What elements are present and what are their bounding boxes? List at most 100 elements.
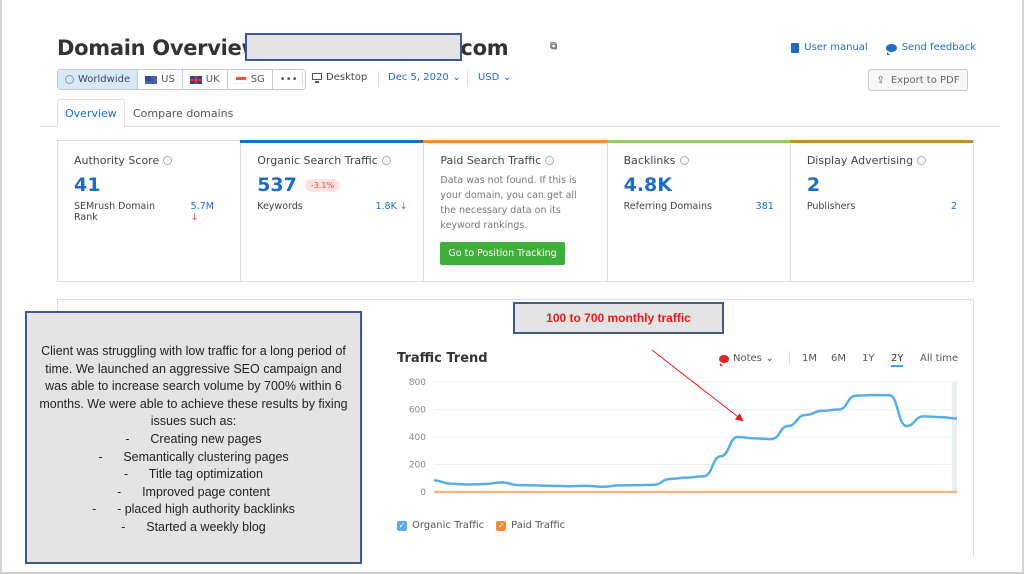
db-worldwide[interactable]: Worldwide bbox=[58, 70, 139, 89]
db-sg[interactable]: SG bbox=[227, 70, 273, 89]
y-tick-label: 0 bbox=[420, 488, 426, 498]
currency-dropdown[interactable]: USD ⌄ bbox=[478, 72, 511, 83]
annotation-item: - Title tag optimization bbox=[124, 467, 263, 482]
db-more[interactable]: ••• bbox=[272, 70, 305, 89]
tab-bar: Overview Compare domains bbox=[40, 99, 1000, 127]
traffic-callout: 100 to 700 monthly traffic bbox=[513, 302, 724, 334]
annotation-item: - Semantically clustering pages bbox=[98, 449, 289, 464]
annotation-item: - Improved page content bbox=[117, 484, 270, 499]
export-pdf-label: Export to PDF bbox=[890, 74, 960, 86]
page-title: Domain Overview: ates.com ⧉ bbox=[57, 36, 557, 60]
legend-organic-traffic[interactable]: ✓ Organic Traffic bbox=[397, 520, 484, 531]
accent-bar bbox=[606, 140, 790, 143]
hover-column bbox=[952, 382, 957, 492]
publishers-value[interactable]: 2 bbox=[951, 201, 957, 212]
globe-icon bbox=[65, 75, 74, 84]
globe-icon bbox=[545, 156, 555, 165]
checkbox-checked-icon[interactable]: ✓ bbox=[397, 520, 407, 531]
user-manual-link[interactable]: User manual bbox=[791, 42, 868, 53]
external-link-icon[interactable]: ⧉ bbox=[550, 41, 557, 52]
y-tick-label: 200 bbox=[409, 461, 426, 471]
book-icon bbox=[791, 42, 800, 53]
db-label: US bbox=[161, 74, 175, 85]
chart-legend: ✓ Organic Traffic ✓ Paid Traffic bbox=[397, 520, 565, 531]
accent-bar bbox=[423, 140, 607, 143]
more-icon: ••• bbox=[279, 74, 298, 85]
globe-icon bbox=[381, 156, 391, 165]
display-ads-value[interactable]: 2 bbox=[807, 174, 820, 196]
notes-dropdown[interactable]: Notes ⌄ bbox=[719, 353, 774, 366]
annotation-item: - Creating new pages bbox=[125, 431, 262, 446]
card-title: Backlinks bbox=[623, 154, 676, 167]
position-tracking-button[interactable]: Go to Position Tracking bbox=[440, 242, 565, 265]
card-title: Paid Search Traffic bbox=[440, 154, 542, 167]
legend-paid-traffic[interactable]: ✓ Paid Traffic bbox=[496, 520, 565, 531]
referring-domains-value[interactable]: 381 bbox=[756, 201, 774, 212]
date-dropdown[interactable]: Dec 5, 2020 ⌄ bbox=[388, 72, 460, 83]
arrow-down-icon: ↓ bbox=[190, 213, 199, 223]
user-manual-label: User manual bbox=[804, 42, 868, 53]
accent-bar bbox=[240, 140, 424, 143]
title-prefix: Domain Overview: bbox=[57, 36, 269, 60]
sub-label: Publishers bbox=[806, 201, 856, 212]
chevron-down-icon: ⌄ bbox=[765, 353, 774, 364]
traffic-trend-title: Traffic Trend bbox=[397, 351, 488, 366]
domain-rank-value[interactable]: 5.7M ↓ bbox=[191, 201, 225, 223]
backlinks-value[interactable]: 4.8K bbox=[624, 174, 672, 196]
card-title: Display Advertising bbox=[806, 154, 914, 167]
upload-icon: ⇪ bbox=[876, 74, 885, 86]
range-1y[interactable]: 1Y bbox=[862, 353, 874, 364]
globe-icon bbox=[917, 156, 927, 165]
desktop-icon bbox=[312, 73, 322, 83]
currency-label: USD bbox=[478, 72, 500, 83]
checkbox-checked-icon[interactable]: ✓ bbox=[496, 520, 507, 531]
divider bbox=[789, 351, 790, 365]
annotation-intro: Client was struggling with low traffic f… bbox=[39, 344, 348, 429]
db-label: SG bbox=[250, 74, 265, 85]
globe-icon bbox=[163, 156, 173, 165]
chevron-down-icon: ⌄ bbox=[452, 72, 461, 83]
keywords-value[interactable]: 1.8K ↓ bbox=[375, 201, 407, 212]
annotation-item: - - placed high authority backlinks bbox=[92, 502, 295, 517]
db-label: UK bbox=[205, 74, 220, 85]
range-6m[interactable]: 6M bbox=[831, 353, 846, 364]
range-1m[interactable]: 1M bbox=[802, 353, 817, 364]
chevron-down-icon: ⌄ bbox=[503, 72, 511, 83]
device-selector[interactable]: Desktop bbox=[312, 72, 367, 83]
divider bbox=[302, 71, 303, 87]
change-badge: -3.1% bbox=[304, 178, 341, 192]
database-selector: Worldwide US UK SG ••• bbox=[57, 69, 306, 90]
send-feedback-label: Send feedback bbox=[901, 42, 976, 53]
range-all-time[interactable]: All time bbox=[920, 353, 958, 364]
db-us[interactable]: US bbox=[138, 70, 183, 89]
chat-bubble-icon bbox=[885, 43, 897, 55]
legend-label: Organic Traffic bbox=[412, 520, 485, 531]
send-feedback-link[interactable]: Send feedback bbox=[885, 42, 976, 55]
tab-overview[interactable]: Overview bbox=[57, 99, 125, 127]
organic-traffic-line[interactable] bbox=[433, 393, 958, 489]
db-uk[interactable]: UK bbox=[182, 70, 228, 89]
card-title: Organic Search Traffic bbox=[257, 154, 378, 167]
organic-traffic-value[interactable]: 537 bbox=[257, 174, 297, 196]
arrow-down-icon: ↓ bbox=[399, 202, 408, 212]
globe-icon bbox=[679, 156, 689, 165]
card-paid-traffic: Paid Search Traffic Data was not found. … bbox=[423, 140, 608, 281]
notes-label: Notes bbox=[733, 353, 762, 364]
card-backlinks: Backlinks 4.8K Referring Domains 381 bbox=[606, 140, 791, 281]
card-authority-score: Authority Score 41 SEMrush Domain Rank 5.… bbox=[58, 141, 242, 281]
y-tick-label: 800 bbox=[409, 378, 426, 388]
date-label: Dec 5, 2020 bbox=[388, 72, 449, 83]
card-organic-traffic: Organic Search Traffic 537 -3.1% Keywords… bbox=[240, 140, 425, 281]
annotation-box: Client was struggling with low traffic f… bbox=[25, 311, 362, 564]
notes-icon bbox=[719, 354, 729, 366]
accent-bar bbox=[789, 140, 974, 143]
authority-score-value[interactable]: 41 bbox=[74, 174, 100, 196]
export-pdf-button[interactable]: ⇪ Export to PDF bbox=[868, 69, 968, 91]
us-flag-icon bbox=[145, 75, 158, 84]
range-2y[interactable]: 2Y bbox=[891, 353, 904, 367]
tab-compare-domains[interactable]: Compare domains bbox=[126, 99, 240, 127]
card-title: Authority Score bbox=[74, 154, 160, 167]
y-tick-label: 400 bbox=[409, 433, 426, 443]
redaction-box bbox=[245, 33, 462, 61]
summary-cards: Authority Score 41 SEMrush Domain Rank 5.… bbox=[57, 140, 974, 282]
